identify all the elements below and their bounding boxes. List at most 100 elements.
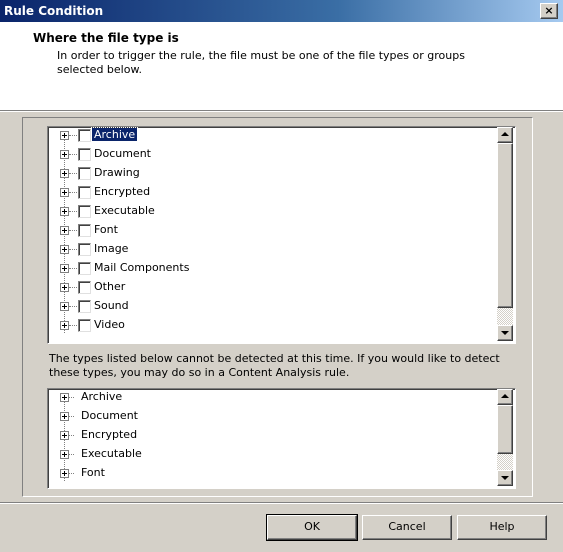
tree-branch [69, 397, 74, 398]
footer-separator-highlight [0, 503, 563, 504]
tree-item-sound[interactable]: Sound [48, 298, 488, 315]
tree-item-label: Archive [90, 127, 139, 142]
scroll-up-button[interactable] [497, 389, 513, 405]
tree-item-drawing[interactable]: Drawing [48, 165, 488, 182]
scroll-thumb[interactable] [497, 405, 513, 454]
undetectable-item-font[interactable]: Font [48, 465, 488, 482]
expand-icon[interactable] [60, 450, 69, 459]
cancel-button[interactable]: Cancel [362, 515, 452, 540]
tree-branch [69, 416, 74, 417]
tree-item-other[interactable]: Other [48, 279, 488, 296]
undetectable-item-encrypted[interactable]: Encrypted [48, 427, 488, 444]
tree-item-label: Sound [94, 299, 129, 312]
file-type-tree[interactable]: Archive Document Drawing Encrypted Execu… [47, 126, 516, 344]
close-icon: × [544, 4, 554, 17]
dialog-header: Where the file type is In order to trigg… [0, 22, 563, 111]
mail-components-checkbox[interactable] [78, 262, 91, 275]
header-description: In order to trigger the rule, the file m… [57, 49, 465, 62]
expand-icon[interactable] [60, 264, 69, 273]
tree-item-encrypted[interactable]: Encrypted [48, 184, 488, 201]
tree-branch [69, 287, 77, 288]
tree-branch [69, 454, 74, 455]
expand-icon[interactable] [60, 412, 69, 421]
tree-item-label: Encrypted [94, 185, 151, 198]
scroll-track[interactable] [497, 454, 513, 470]
undetectable-scrollbar[interactable] [497, 389, 513, 486]
undetectable-type-tree[interactable]: Archive Document Encrypted Executable Fo… [47, 388, 516, 489]
tree-item-label: Font [94, 223, 118, 236]
undetectable-item-archive[interactable]: Archive [48, 389, 488, 406]
font-checkbox[interactable] [78, 224, 91, 237]
video-checkbox[interactable] [78, 319, 91, 332]
scroll-up-button[interactable] [497, 127, 513, 143]
tree-item-label: Executable [94, 204, 155, 217]
header-separator [0, 111, 563, 112]
expand-icon[interactable] [60, 302, 69, 311]
tree-branch [69, 249, 77, 250]
document-checkbox[interactable] [78, 148, 91, 161]
tree-item-font[interactable]: Font [48, 222, 488, 239]
expand-icon[interactable] [60, 431, 69, 440]
tree-item-label: Executable [81, 447, 142, 460]
tree-item-image[interactable]: Image [48, 241, 488, 258]
tree-branch [69, 230, 77, 231]
archive-checkbox[interactable] [78, 129, 91, 142]
sound-checkbox[interactable] [78, 300, 91, 313]
expand-icon[interactable] [60, 150, 69, 159]
expand-icon[interactable] [60, 131, 69, 140]
ok-button[interactable]: OK [266, 514, 358, 541]
expand-icon[interactable] [60, 188, 69, 197]
other-checkbox[interactable] [78, 281, 91, 294]
arrow-up-icon [501, 394, 509, 398]
tree-item-label: Encrypted [81, 428, 138, 441]
undetectable-item-document[interactable]: Document [48, 408, 488, 425]
image-checkbox[interactable] [78, 243, 91, 256]
tree-branch [69, 135, 77, 136]
file-type-scrollbar[interactable] [497, 127, 513, 341]
tree-branch [69, 173, 77, 174]
window-title: Rule Condition [4, 4, 104, 18]
tree-branch [69, 325, 77, 326]
tree-branch [69, 154, 77, 155]
tree-item-label: Archive [81, 390, 123, 403]
arrow-down-icon [501, 331, 509, 335]
tree-branch [69, 306, 77, 307]
tree-item-archive[interactable]: Archive [48, 127, 488, 144]
expand-icon[interactable] [60, 283, 69, 292]
tree-item-label: Mail Components [94, 261, 190, 274]
undetectable-info-text: The types listed below cannot be detecte… [49, 352, 500, 379]
title-bar[interactable]: Rule Condition × [0, 0, 563, 22]
expand-icon[interactable] [60, 321, 69, 330]
expand-icon[interactable] [60, 207, 69, 216]
expand-icon[interactable] [60, 469, 69, 478]
tree-item-label: Document [81, 409, 138, 422]
tree-item-label: Font [81, 466, 105, 479]
tree-item-label: Other [94, 280, 126, 293]
encrypted-checkbox[interactable] [78, 186, 91, 199]
tree-item-executable[interactable]: Executable [48, 203, 488, 220]
tree-item-mail-components[interactable]: Mail Components [48, 260, 488, 277]
tree-item-document[interactable]: Document [48, 146, 488, 163]
header-title: Where the file type is [33, 31, 179, 45]
expand-icon[interactable] [60, 393, 69, 402]
arrow-down-icon [501, 476, 509, 480]
help-button[interactable]: Help [457, 515, 547, 540]
expand-icon[interactable] [60, 169, 69, 178]
header-description-line2: selected below. [57, 63, 142, 76]
scroll-down-button[interactable] [497, 325, 513, 341]
tree-item-label: Image [94, 242, 129, 255]
arrow-up-icon [501, 132, 509, 136]
expand-icon[interactable] [60, 226, 69, 235]
tree-item-label: Document [94, 147, 151, 160]
executable-checkbox[interactable] [78, 205, 91, 218]
drawing-checkbox[interactable] [78, 167, 91, 180]
undetectable-item-executable[interactable]: Executable [48, 446, 488, 463]
tree-branch [69, 192, 77, 193]
scroll-down-button[interactable] [497, 470, 513, 486]
tree-branch [69, 473, 74, 474]
scroll-thumb[interactable] [497, 143, 513, 308]
expand-icon[interactable] [60, 245, 69, 254]
close-button[interactable]: × [540, 3, 558, 19]
tree-item-video[interactable]: Video [48, 317, 488, 334]
scroll-track[interactable] [497, 308, 513, 325]
